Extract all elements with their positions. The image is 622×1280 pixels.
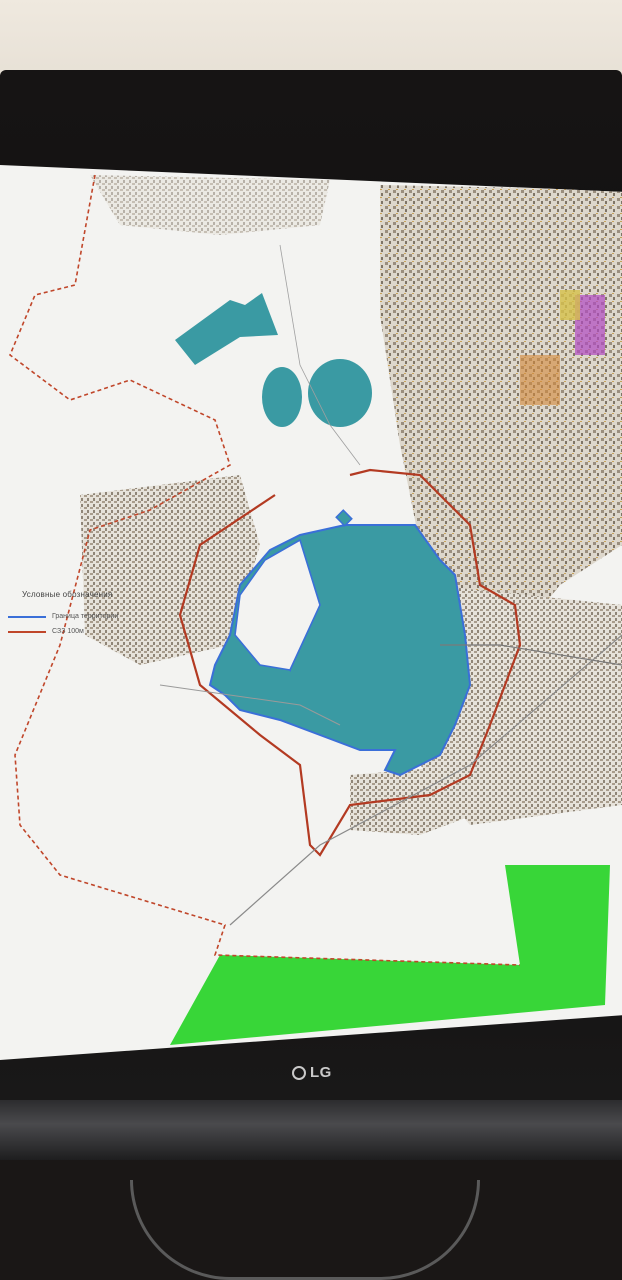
map-legend: Условные обозначения Граница территории … xyxy=(8,590,208,643)
water-body-north-1 xyxy=(175,293,278,365)
legend-item-sanitary-zone: СЗЗ 100м xyxy=(8,628,208,635)
road-4 xyxy=(279,244,361,466)
urban-area-north xyxy=(90,175,330,235)
brand-text: LG xyxy=(310,1064,332,1081)
small-marker xyxy=(335,509,353,527)
tv-bottom-bezel xyxy=(0,1100,622,1160)
legend-item-boundary: Граница территории xyxy=(8,613,208,620)
urban-area-south xyxy=(350,765,500,835)
legend-swatch-red xyxy=(8,630,46,633)
lg-logo-icon xyxy=(292,1065,306,1080)
tv-brand-logo: LG xyxy=(292,1064,332,1081)
water-body-north-3 xyxy=(308,359,372,427)
water-body-north-2 xyxy=(262,367,302,427)
legend-swatch-blue xyxy=(8,615,46,618)
colored-block-yellow xyxy=(560,290,580,320)
legend-label-boundary: Граница территории xyxy=(52,613,119,620)
legend-label-sanitary-zone: СЗЗ 100м xyxy=(52,628,84,635)
colored-block-orange xyxy=(520,355,560,405)
legend-title: Условные обозначения xyxy=(22,590,113,599)
tv-stand xyxy=(130,1180,480,1280)
tv-screen: Условные обозначения Граница территории … xyxy=(0,165,622,1060)
